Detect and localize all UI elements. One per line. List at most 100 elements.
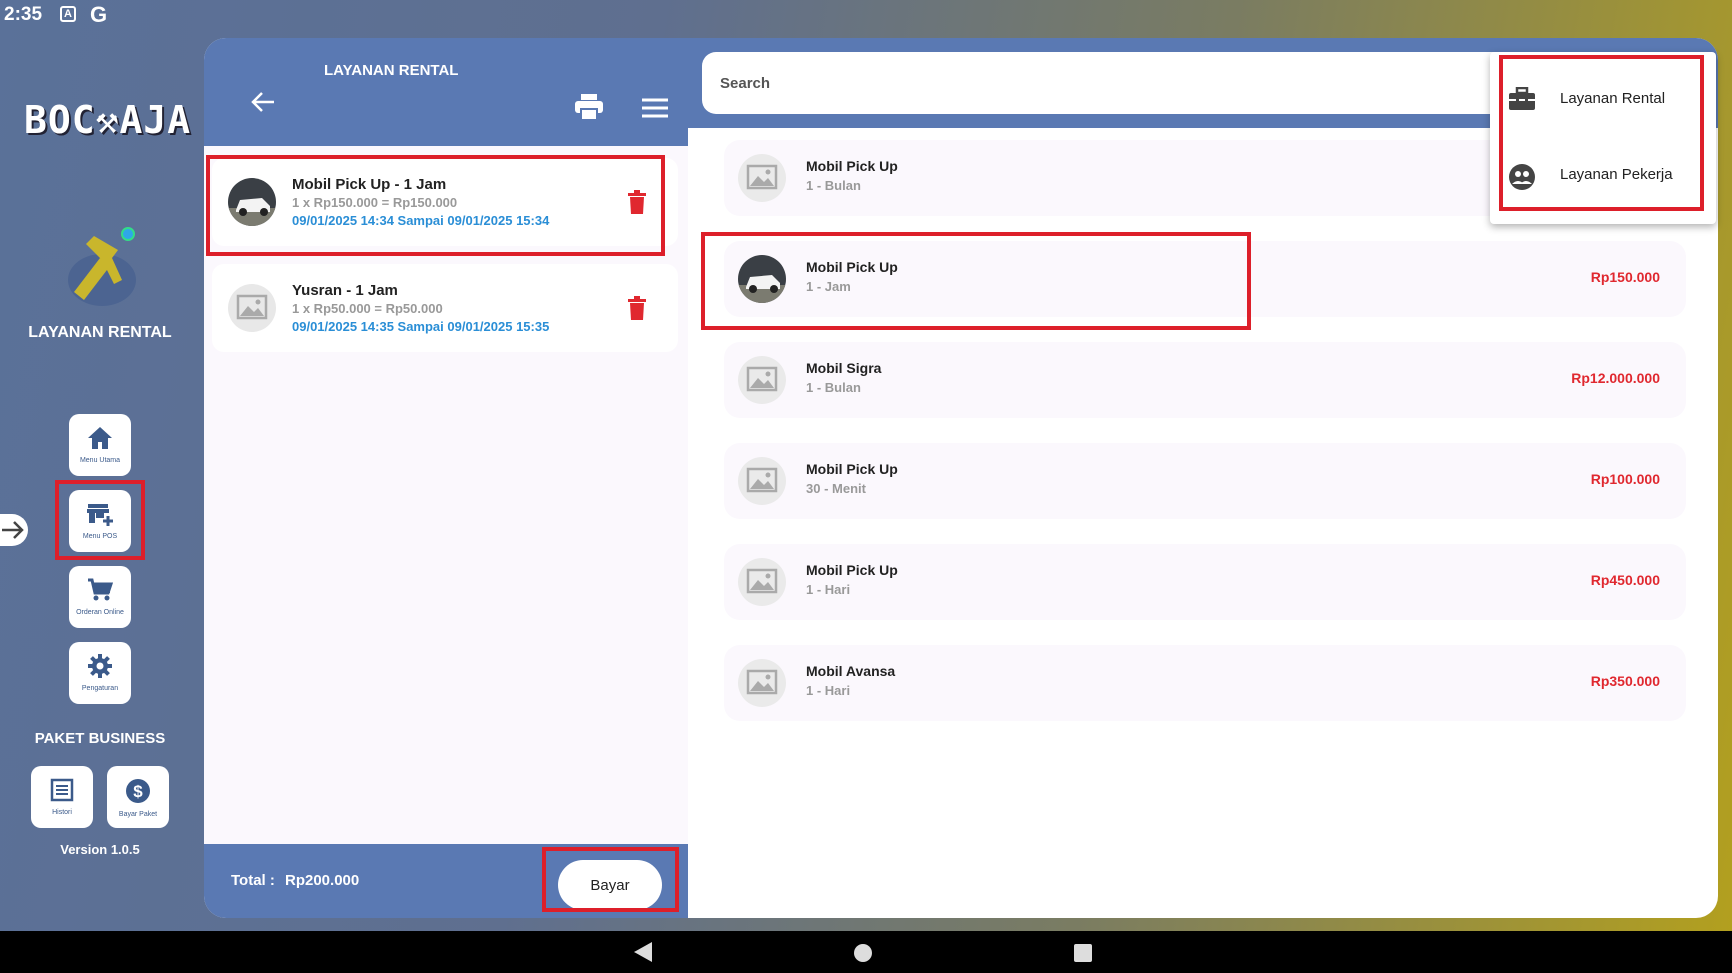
placeholder-image-icon bbox=[746, 568, 778, 594]
product-duration: 1 - Bulan bbox=[806, 178, 861, 193]
placeholder-image-icon bbox=[746, 669, 778, 695]
product-price: Rp150.000 bbox=[1590, 269, 1660, 285]
car-photo-thumbnail bbox=[738, 255, 786, 303]
paket-btn-label: Histori bbox=[52, 809, 72, 816]
home-icon bbox=[88, 427, 112, 449]
product-item[interactable]: Mobil Sigra 1 - Bulan Rp12.000.000 bbox=[724, 342, 1686, 418]
status-time: 2:35 bbox=[4, 4, 43, 25]
product-duration: 1 - Hari bbox=[806, 683, 851, 698]
svg-text:$: $ bbox=[133, 782, 143, 801]
placeholder-thumbnail bbox=[228, 284, 276, 332]
placeholder-thumbnail bbox=[738, 659, 786, 707]
car-photo-icon bbox=[738, 255, 786, 303]
google-notification-icon: G bbox=[90, 2, 108, 27]
trash-icon[interactable] bbox=[628, 296, 646, 320]
sidebar-orderan-online[interactable]: Orderan Online bbox=[69, 566, 131, 628]
menu-item-label: Layanan Rental bbox=[1560, 90, 1666, 107]
menu-item-layanan-rental[interactable]: Layanan Rental bbox=[1490, 64, 1716, 134]
cart-item-calc: 1 x Rp150.000 = Rp150.000 bbox=[292, 195, 458, 210]
cart-title: LAYANAN RENTAL bbox=[324, 62, 459, 79]
product-name: Mobil Pick Up bbox=[806, 259, 898, 275]
paket-btn-label: Bayar Paket bbox=[118, 811, 158, 818]
cart-icon bbox=[88, 578, 114, 601]
dollar-icon: $ bbox=[126, 779, 150, 803]
sidebar-menu-pos[interactable]: Menu POS bbox=[69, 490, 131, 552]
product-item[interactable]: Mobil Pick Up 1 - Jam Rp150.000 bbox=[724, 241, 1686, 317]
cart-item-time: 09/01/2025 14:34 Sampai 09/01/2025 15:34 bbox=[292, 213, 550, 228]
paket-histori-button[interactable]: Histori bbox=[31, 766, 93, 828]
menu-item-label: Layanan Pekerja bbox=[1560, 166, 1673, 183]
service-dropdown-menu: Layanan Rental Layanan Pekerja bbox=[1490, 52, 1716, 224]
menu-item-layanan-pekerja[interactable]: Layanan Pekerja bbox=[1490, 140, 1716, 210]
expand-sidebar-button[interactable] bbox=[0, 514, 28, 546]
app-logo: BOC⚒AJA bbox=[24, 98, 192, 142]
placeholder-image-icon bbox=[746, 366, 778, 392]
sidebar-btn-label: Menu POS bbox=[82, 533, 118, 540]
placeholder-image-icon bbox=[746, 467, 778, 493]
cart-item-calc: 1 x Rp50.000 = Rp50.000 bbox=[292, 301, 443, 316]
placeholder-thumbnail bbox=[738, 457, 786, 505]
product-price: Rp450.000 bbox=[1590, 572, 1660, 588]
product-name: Mobil Pick Up bbox=[806, 461, 898, 477]
system-nav-bar bbox=[0, 931, 1732, 973]
sidebar-btn-label: Menu Utama bbox=[79, 457, 121, 464]
product-item[interactable]: Mobil Avansa 1 - Hari Rp350.000 bbox=[724, 645, 1686, 721]
back-arrow-icon[interactable] bbox=[250, 90, 276, 114]
product-name: Mobil Avansa bbox=[806, 663, 896, 679]
cart-item[interactable]: Yusran - 1 Jam 1 x Rp50.000 = Rp50.000 0… bbox=[212, 264, 678, 352]
placeholder-thumbnail bbox=[738, 154, 786, 202]
trash-icon[interactable] bbox=[628, 190, 646, 214]
store-add-icon bbox=[87, 504, 113, 526]
product-duration: 1 - Hari bbox=[806, 582, 851, 597]
product-name: Mobil Sigra bbox=[806, 360, 882, 376]
cart-panel: LAYANAN RENTAL Mobil Pick Up - 1 Jam 1 x… bbox=[204, 38, 688, 918]
print-icon[interactable] bbox=[574, 94, 604, 120]
product-name: Mobil Pick Up bbox=[806, 562, 898, 578]
cart-footer: Total : Rp200.000 Bayar bbox=[204, 844, 688, 918]
nav-back-icon[interactable] bbox=[632, 941, 654, 963]
product-duration: 30 - Menit bbox=[806, 481, 866, 496]
paket-bayar-button[interactable]: $ Bayar Paket bbox=[107, 766, 169, 828]
toolbox-icon bbox=[1509, 87, 1535, 110]
arrow-right-icon bbox=[2, 521, 24, 539]
sidebar-btn-label: Pengaturan bbox=[81, 685, 119, 692]
cart-item[interactable]: Mobil Pick Up - 1 Jam 1 x Rp150.000 = Rp… bbox=[212, 158, 678, 246]
total-value: Rp200.000 bbox=[285, 872, 360, 889]
hammer-logo-icon bbox=[68, 227, 136, 306]
hamburger-menu-icon[interactable] bbox=[642, 98, 668, 118]
cart-item-name: Mobil Pick Up - 1 Jam bbox=[292, 176, 447, 193]
product-name: Mobil Pick Up bbox=[806, 158, 898, 174]
total-label: Total : bbox=[231, 872, 275, 889]
app-version: Version 1.0.5 bbox=[60, 842, 140, 857]
sidebar-btn-label: Orderan Online bbox=[76, 609, 124, 616]
cart-item-time: 09/01/2025 14:35 Sampai 09/01/2025 15:35 bbox=[292, 319, 550, 334]
sidebar-menu-utama[interactable]: Menu Utama bbox=[69, 414, 131, 476]
product-price: Rp12.000.000 bbox=[1571, 370, 1660, 386]
product-item[interactable]: Mobil Pick Up 30 - Menit Rp100.000 bbox=[724, 443, 1686, 519]
list-icon bbox=[50, 778, 74, 802]
paket-title: PAKET BUSINESS bbox=[34, 730, 166, 747]
placeholder-image-icon bbox=[236, 294, 268, 320]
a-notification-icon: A bbox=[60, 6, 76, 22]
placeholder-image-icon bbox=[746, 164, 778, 190]
placeholder-thumbnail bbox=[738, 356, 786, 404]
nav-recents-icon[interactable] bbox=[1073, 943, 1093, 963]
gear-icon bbox=[88, 654, 112, 678]
bayar-button[interactable]: Bayar bbox=[558, 860, 662, 910]
product-duration: 1 - Bulan bbox=[806, 380, 861, 395]
product-price: Rp100.000 bbox=[1590, 471, 1660, 487]
placeholder-thumbnail bbox=[738, 558, 786, 606]
sidebar: BOC⚒AJA LAYANAN RENTAL Menu Utama Menu P… bbox=[0, 38, 200, 928]
car-photo-icon bbox=[228, 178, 276, 226]
product-duration: 1 - Jam bbox=[806, 279, 851, 294]
people-icon bbox=[1509, 164, 1535, 190]
status-bar: 2:35 A G bbox=[0, 0, 1732, 30]
cart-header: LAYANAN RENTAL bbox=[204, 38, 688, 146]
product-price: Rp350.000 bbox=[1590, 673, 1660, 689]
car-photo-thumbnail bbox=[228, 178, 276, 226]
nav-home-icon[interactable] bbox=[853, 943, 873, 963]
cart-item-name: Yusran - 1 Jam bbox=[292, 282, 398, 299]
sidebar-pengaturan[interactable]: Pengaturan bbox=[69, 642, 131, 704]
sidebar-title: LAYANAN RENTAL bbox=[28, 324, 172, 341]
product-item[interactable]: Mobil Pick Up 1 - Hari Rp450.000 bbox=[724, 544, 1686, 620]
